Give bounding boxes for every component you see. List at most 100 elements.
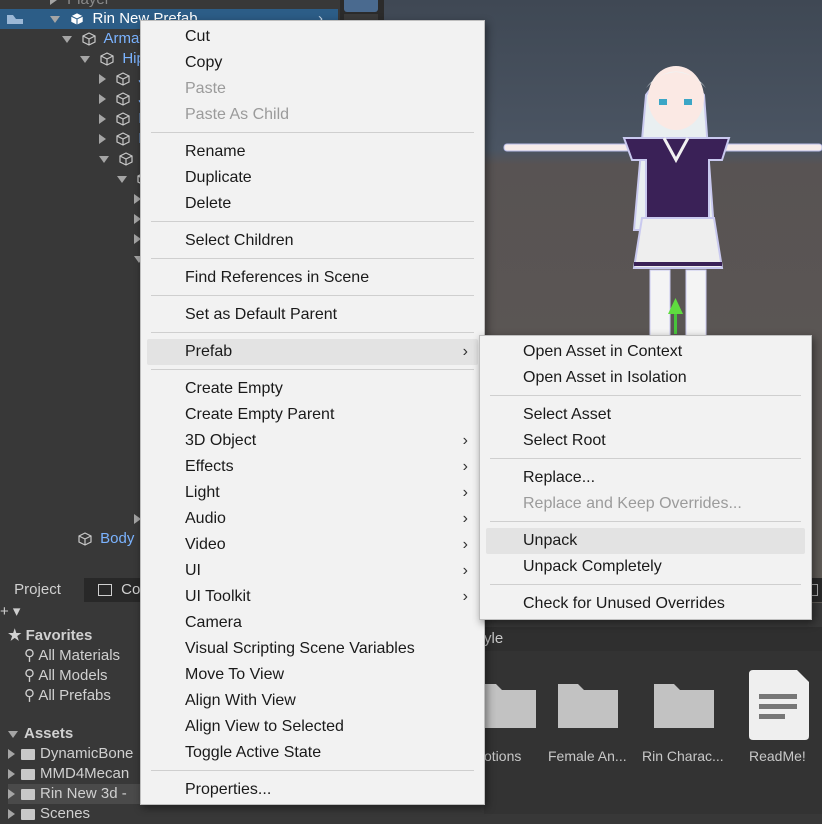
- menu-item-open-asset-in-isolation[interactable]: Open Asset in Isolation: [480, 365, 811, 391]
- tab-console[interactable]: Co: [98, 578, 140, 602]
- menu-item-toggle-active-state[interactable]: Toggle Active State: [141, 740, 484, 766]
- menu-item-label: Select Root: [523, 432, 606, 449]
- asset-path-breadcrumb: yle: [484, 627, 822, 651]
- cube-icon: [82, 32, 96, 46]
- expand-arrow-icon[interactable]: [8, 769, 15, 780]
- menu-separator: [151, 332, 474, 333]
- asset-label: Female An...: [548, 748, 627, 764]
- asset-label: otions: [484, 748, 522, 764]
- menu-item-create-empty[interactable]: Create Empty: [141, 376, 484, 402]
- expand-arrow-icon[interactable]: [99, 134, 106, 145]
- expand-arrow-icon[interactable]: [99, 114, 106, 125]
- menu-item-ui-toolkit[interactable]: UI Toolkit ›: [141, 584, 484, 610]
- favorite-item[interactable]: ⚲ All Materials: [24, 646, 120, 666]
- tab-label: Project: [14, 581, 61, 598]
- asset-folder-label: MMD4Mecan: [40, 765, 130, 782]
- menu-item-label: Open Asset in Context: [523, 343, 683, 360]
- menu-item-copy[interactable]: Copy: [141, 50, 484, 76]
- menu-item-ui[interactable]: UI ›: [141, 558, 484, 584]
- menu-item-effects[interactable]: Effects ›: [141, 454, 484, 480]
- menu-item-check-for-unused-overrides[interactable]: Check for Unused Overrides: [480, 591, 811, 617]
- expand-arrow-icon[interactable]: [80, 55, 90, 63]
- favorites-header[interactable]: ★ Favorites: [8, 626, 92, 646]
- menu-item-select-children[interactable]: Select Children: [141, 228, 484, 254]
- expand-arrow-icon[interactable]: [50, 15, 61, 23]
- menu-item-align-view-to-selected[interactable]: Align View to Selected: [141, 714, 484, 740]
- hierarchy-row-body[interactable]: Body: [78, 529, 134, 549]
- expand-arrow-icon[interactable]: [99, 74, 106, 85]
- asset-label: ReadMe!: [749, 748, 806, 764]
- move-tool-icon[interactable]: [344, 0, 378, 12]
- favorite-item[interactable]: ⚲ All Models: [24, 666, 108, 686]
- menu-item-audio[interactable]: Audio ›: [141, 506, 484, 532]
- hierarchy-row-hip[interactable]: Hip: [80, 49, 145, 69]
- expand-arrow-icon[interactable]: [99, 94, 106, 105]
- asset-folder[interactable]: Scenes: [8, 804, 90, 824]
- menu-item-camera[interactable]: Camera: [141, 610, 484, 636]
- menu-item-unpack[interactable]: Unpack: [486, 528, 805, 554]
- menu-item-unpack-completely[interactable]: Unpack Completely: [480, 554, 811, 580]
- menu-item-cut[interactable]: Cut: [141, 24, 484, 50]
- menu-item-label: Open Asset in Isolation: [523, 369, 687, 386]
- expand-arrow-icon[interactable]: [8, 809, 15, 820]
- asset-folder-label: Rin New 3d -: [40, 785, 127, 802]
- expand-arrow-icon[interactable]: [8, 749, 15, 760]
- menu-item-3d-object[interactable]: 3D Object ›: [141, 428, 484, 454]
- favorite-label: All Materials: [38, 647, 121, 664]
- folder-icon[interactable]: [654, 678, 714, 728]
- menu-item-delete[interactable]: Delete: [141, 191, 484, 217]
- menu-item-set-as-default-parent[interactable]: Set as Default Parent: [141, 302, 484, 328]
- expand-arrow-icon[interactable]: [99, 155, 109, 163]
- menu-item-replace[interactable]: Replace...: [480, 465, 811, 491]
- expand-arrow-icon[interactable]: [8, 789, 15, 800]
- menu-item-label: Light: [185, 484, 220, 501]
- menu-item-rename[interactable]: Rename: [141, 139, 484, 165]
- menu-item-visual-scripting-scene-variables[interactable]: Visual Scripting Scene Variables: [141, 636, 484, 662]
- hierarchy-label: Body: [100, 530, 135, 547]
- menu-item-open-asset-in-context[interactable]: Open Asset in Context: [480, 339, 811, 365]
- text-document-icon[interactable]: [749, 670, 809, 740]
- menu-item-duplicate[interactable]: Duplicate: [141, 165, 484, 191]
- menu-item-move-to-view[interactable]: Move To View: [141, 662, 484, 688]
- menu-item-label: UI Toolkit: [185, 588, 251, 605]
- cube-icon: [116, 72, 130, 86]
- menu-separator: [151, 132, 474, 133]
- assets-header[interactable]: Assets: [8, 724, 73, 744]
- menu-item-label: Video: [185, 536, 226, 553]
- hierarchy-row-armature[interactable]: Armat: [62, 29, 144, 49]
- menu-item-find-references-in-scene[interactable]: Find References in Scene: [141, 265, 484, 291]
- star-icon: ★: [8, 627, 22, 644]
- menu-item-create-empty-parent[interactable]: Create Empty Parent: [141, 402, 484, 428]
- menu-item-light[interactable]: Light ›: [141, 480, 484, 506]
- cube-icon: [116, 112, 130, 126]
- submenu-arrow-icon: ›: [462, 343, 468, 360]
- menu-item-select-asset[interactable]: Select Asset: [480, 402, 811, 428]
- hierarchy-label: Player: [67, 0, 110, 8]
- tab-project[interactable]: Project: [0, 578, 84, 602]
- asset-folder-selected[interactable]: Rin New 3d -: [8, 784, 140, 804]
- expand-arrow-icon[interactable]: [50, 0, 57, 6]
- prefab-submenu: Open Asset in Context Open Asset in Isola…: [479, 335, 812, 620]
- hierarchy-row[interactable]: J: [99, 89, 146, 109]
- hierarchy-row[interactable]: J: [99, 69, 146, 89]
- expand-arrow-icon[interactable]: [8, 730, 18, 738]
- menu-item-label: Unpack Completely: [523, 558, 662, 575]
- folder-icon[interactable]: [558, 678, 618, 728]
- menu-item-label: Toggle Active State: [185, 744, 322, 761]
- favorite-label: All Models: [38, 667, 108, 684]
- scene-visibility-icon[interactable]: [6, 12, 26, 26]
- favorite-item[interactable]: ⚲ All Prefabs: [24, 686, 111, 706]
- menu-item-prefab[interactable]: Prefab ›: [147, 339, 478, 365]
- folder-icon[interactable]: [476, 678, 536, 728]
- create-dropdown[interactable]: + ▾: [0, 602, 20, 622]
- menu-separator: [490, 395, 801, 396]
- menu-item-video[interactable]: Video ›: [141, 532, 484, 558]
- menu-item-select-root[interactable]: Select Root: [480, 428, 811, 454]
- submenu-arrow-icon: ›: [462, 458, 468, 475]
- menu-item-align-with-view[interactable]: Align With View: [141, 688, 484, 714]
- asset-folder[interactable]: DynamicBone: [8, 744, 133, 764]
- menu-item-properties[interactable]: Properties...: [141, 777, 484, 803]
- expand-arrow-icon[interactable]: [117, 175, 127, 183]
- expand-arrow-icon[interactable]: [62, 35, 72, 43]
- asset-folder[interactable]: MMD4Mecan: [8, 764, 129, 784]
